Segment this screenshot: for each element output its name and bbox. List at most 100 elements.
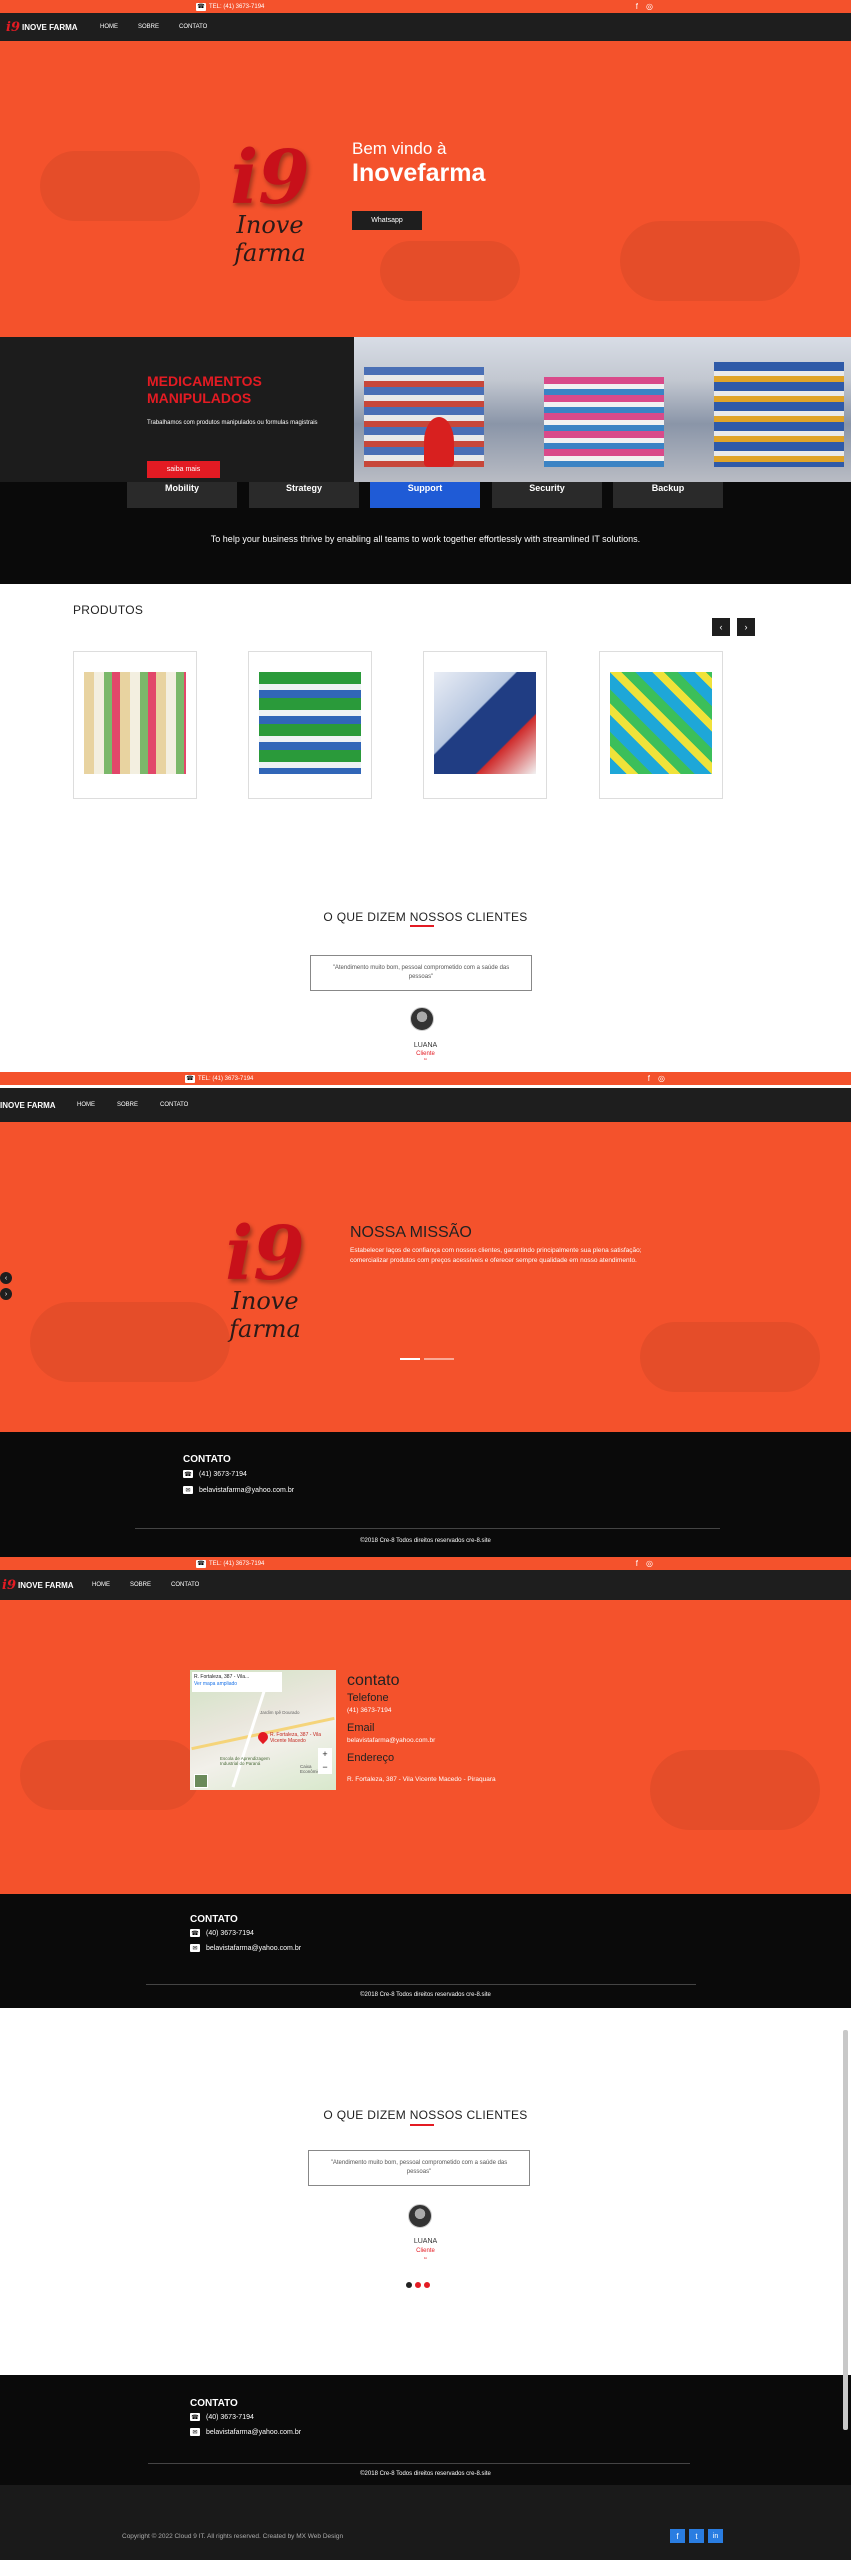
medicamentos-panel: MEDICAMENTOS MANIPULADOS Trabalhamos com… bbox=[0, 337, 354, 482]
footer-email: ✉ belavistafarma@yahoo.com.br bbox=[190, 2428, 301, 2436]
tel-value: (41) 3673-7194 bbox=[347, 1707, 392, 1714]
footer-phone-text: (40) 3673-7194 bbox=[206, 2413, 254, 2421]
brand-logo[interactable]: i9 INOVE FARMA bbox=[2, 1578, 74, 1593]
title-underline bbox=[410, 2124, 434, 2126]
slider-indicator[interactable] bbox=[424, 1358, 454, 1360]
medicamentos-text: Trabalhamos com produtos manipulados ou … bbox=[147, 420, 318, 426]
avatar bbox=[410, 1007, 434, 1031]
nav-sobre[interactable]: SOBRE bbox=[130, 1582, 151, 1588]
phone-icon: ☎ bbox=[183, 1470, 193, 1478]
nav-sobre[interactable]: SOBRE bbox=[138, 24, 159, 30]
clientes-title: O QUE DIZEM NOSSOS CLIENTES bbox=[323, 910, 528, 924]
nav-contato[interactable]: CONTATO bbox=[179, 24, 207, 30]
footer-contato: CONTATO ☎ (41) 3673-7194 ✉ belavistafarm… bbox=[0, 1432, 851, 1557]
endereco-label: Endereço bbox=[347, 1752, 395, 1764]
email-value[interactable]: belavistafarma@yahoo.com.br bbox=[347, 1737, 435, 1744]
bottom-social: f t in bbox=[670, 2529, 723, 2543]
tab-support[interactable]: Support bbox=[370, 482, 480, 508]
main-navbar: INOVE FARMA HOME SOBRE CONTATO bbox=[0, 1088, 851, 1122]
facebook-icon[interactable]: f bbox=[636, 2, 638, 11]
logo-mark: i9 bbox=[225, 1211, 305, 1297]
footer-copyright: ©2018 Cre-8 Todos direitos reservados cr… bbox=[360, 2471, 491, 2477]
client-name: LUANA bbox=[413, 2238, 438, 2245]
facebook-icon[interactable]: f bbox=[648, 1074, 650, 1083]
tel-label: Telefone bbox=[347, 1692, 389, 1704]
nav-home[interactable]: HOME bbox=[77, 1102, 95, 1108]
map-poi: Escola de Aprendizagem Industrial do Par… bbox=[220, 1756, 270, 1766]
map-satellite-toggle[interactable] bbox=[194, 1774, 208, 1788]
tab-security[interactable]: Security bbox=[492, 482, 602, 508]
saiba-mais-button[interactable]: saiba mais bbox=[147, 461, 220, 478]
bottom-bar: Copyright © 2022 Cloud 9 IT. All rights … bbox=[0, 2485, 851, 2560]
produtos-title: PRODUTOS bbox=[73, 603, 144, 617]
instagram-icon[interactable]: ◎ bbox=[646, 2, 653, 11]
dot[interactable] bbox=[424, 2282, 430, 2288]
title-underline bbox=[410, 925, 434, 927]
facebook-icon[interactable]: f bbox=[636, 1559, 638, 1568]
phone-text: TEL: (41) 3673-7194 bbox=[209, 3, 265, 10]
nav-contato[interactable]: CONTATO bbox=[171, 1582, 199, 1588]
nav-contato[interactable]: CONTATO bbox=[160, 1102, 188, 1108]
quote-icon: “ bbox=[424, 2256, 427, 2265]
tab-mobility[interactable]: Mobility bbox=[127, 482, 237, 508]
dot[interactable] bbox=[415, 2282, 421, 2288]
brand-logo[interactable]: i9 INOVE FARMA bbox=[6, 20, 78, 35]
footer-email-text[interactable]: belavistafarma@yahoo.com.br bbox=[199, 1487, 294, 1494]
logo-name: Inove farma bbox=[234, 211, 306, 267]
product-card[interactable] bbox=[423, 651, 547, 799]
logo-mark: i9 bbox=[2, 1577, 16, 1593]
scrollbar[interactable] bbox=[843, 2030, 848, 2430]
next-arrow-icon[interactable]: › bbox=[737, 618, 755, 636]
footer-phone: ☎ (41) 3673-7194 bbox=[183, 1470, 247, 1478]
phone-icon: ☎ bbox=[196, 2, 206, 11]
footer-phone-text: (41) 3673-7194 bbox=[199, 1470, 247, 1478]
next-slide-icon[interactable]: › bbox=[0, 1288, 12, 1300]
missao-title: NOSSA MISSÃO bbox=[350, 1224, 472, 1241]
map-road: Jardim Ipê Dourado bbox=[260, 1710, 300, 1715]
phone-info: ☎ TEL: (41) 3673-7194 bbox=[185, 1074, 254, 1083]
mail-icon: ✉ bbox=[190, 2428, 200, 2436]
slider-indicator-active[interactable] bbox=[400, 1358, 420, 1360]
whatsapp-button[interactable]: Whatsapp bbox=[352, 211, 422, 230]
tagline: To help your business thrive by enabling… bbox=[210, 534, 641, 544]
footer-copyright: ©2018 Cre-8 Todos direitos reservados cr… bbox=[360, 1992, 491, 1998]
phone-text: TEL: (41) 3673-7194 bbox=[209, 1560, 265, 1567]
prev-slide-icon[interactable]: ‹ bbox=[0, 1272, 12, 1284]
hero-section: i9 Inove farma Bem vindo à Inovefarma Wh… bbox=[0, 41, 851, 337]
map-link[interactable]: Ver mapa ampliado bbox=[194, 1681, 280, 1688]
nav-sobre[interactable]: SOBRE bbox=[117, 1102, 138, 1108]
footer-phone: ☎ (40) 3673-7194 bbox=[190, 1929, 254, 1937]
footer-email-text[interactable]: belavistafarma@yahoo.com.br bbox=[206, 2429, 301, 2436]
missao-section: i9 Inove farma NOSSA MISSÃO Estabelecer … bbox=[0, 1122, 851, 1432]
prev-arrow-icon[interactable]: ‹ bbox=[712, 618, 730, 636]
product-card[interactable] bbox=[248, 651, 372, 799]
footer-phone-text: (40) 3673-7194 bbox=[206, 1929, 254, 1937]
product-card[interactable] bbox=[599, 651, 723, 799]
facebook-icon[interactable]: f bbox=[670, 2529, 685, 2543]
missao-logo: i9 Inove farma bbox=[195, 1217, 335, 1343]
brand-logo[interactable]: INOVE FARMA bbox=[0, 1101, 56, 1110]
map-pin-label: R. Fortaleza, 387 - Vila Vicente Macedo bbox=[270, 1732, 322, 1744]
brand-name: INOVE FARMA bbox=[0, 1100, 56, 1110]
map-zoom-controls[interactable]: + − bbox=[318, 1748, 332, 1774]
twitter-icon[interactable]: t bbox=[689, 2529, 704, 2543]
client-role: Cliente bbox=[416, 2248, 435, 2254]
nav-home[interactable]: HOME bbox=[92, 1582, 110, 1588]
footer-copyright: ©2018 Cre-8 Todos direitos reservados cr… bbox=[360, 1538, 491, 1544]
tab-backup[interactable]: Backup bbox=[613, 482, 723, 508]
hero-brand: Inovefarma bbox=[352, 159, 486, 187]
nav-home[interactable]: HOME bbox=[100, 24, 118, 30]
footer-email-text[interactable]: belavistafarma@yahoo.com.br bbox=[206, 1945, 301, 1952]
instagram-icon[interactable]: ◎ bbox=[658, 1074, 665, 1083]
product-card[interactable] bbox=[73, 651, 197, 799]
product-image bbox=[259, 672, 361, 774]
map-embed[interactable]: R. Fortaleza, 387 - Vila... Ver mapa amp… bbox=[190, 1670, 336, 1790]
phone-text: TEL: (41) 3673-7194 bbox=[198, 1075, 254, 1082]
footer-contato: CONTATO ☎ (40) 3673-7194 ✉ belavistafarm… bbox=[0, 1894, 851, 2008]
logo-name: Inove farma bbox=[229, 1287, 301, 1343]
linkedin-icon[interactable]: in bbox=[708, 2529, 723, 2543]
tab-strategy[interactable]: Strategy bbox=[249, 482, 359, 508]
dot-active[interactable] bbox=[406, 2282, 412, 2288]
email-label: Email bbox=[347, 1722, 375, 1734]
instagram-icon[interactable]: ◎ bbox=[646, 1559, 653, 1568]
